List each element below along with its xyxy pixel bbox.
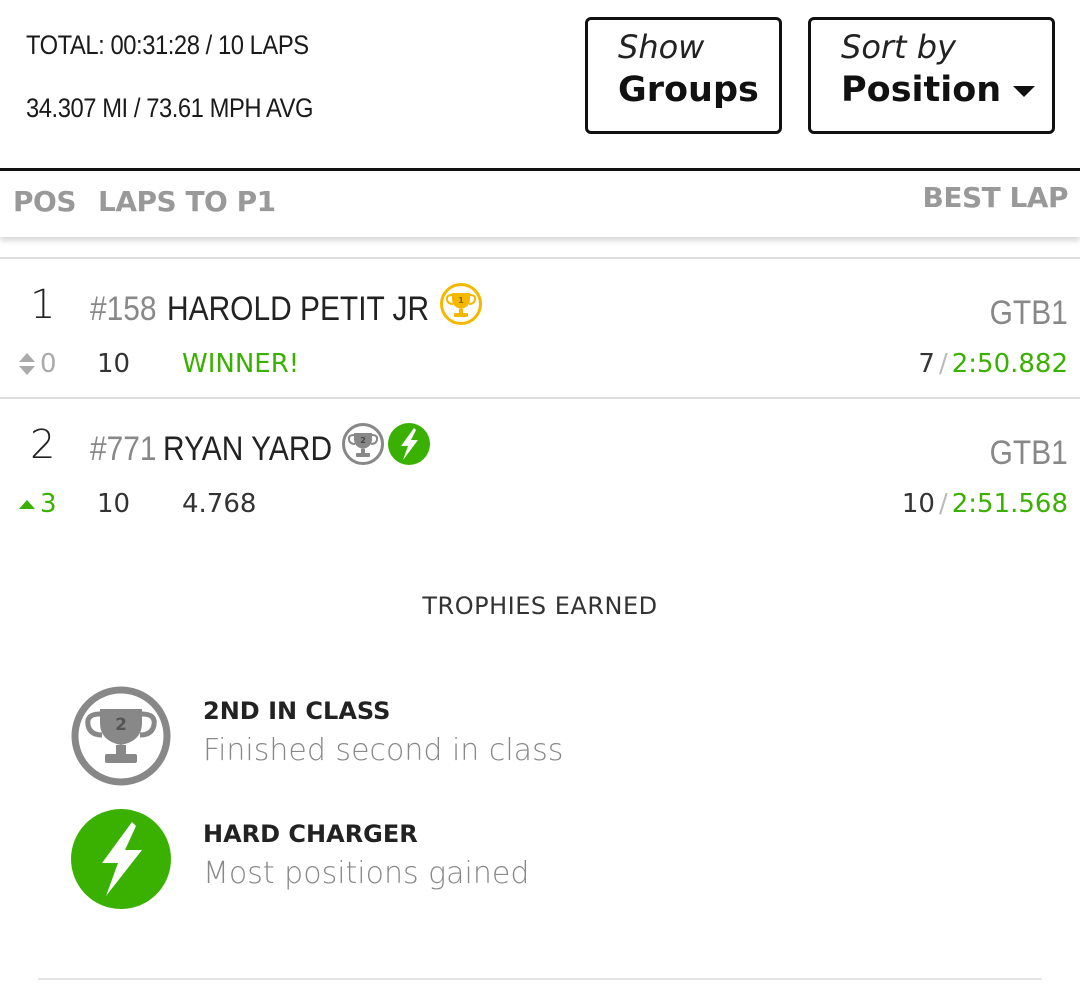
sort-by-label: Position: [841, 70, 1002, 110]
best-lap-time: 2:51.568: [951, 489, 1068, 519]
column-best-lap[interactable]: BEST LAP: [922, 181, 1068, 214]
car-class: GTB1: [989, 434, 1068, 472]
footer-divider: [38, 978, 1042, 980]
car-number: #771: [90, 430, 157, 468]
svg-text:1: 1: [458, 296, 464, 305]
car-class: GTB1: [989, 294, 1068, 332]
race-summary: TOTAL: 00:31:28 / 10 LAPS 34.307 MI / 73…: [26, 30, 352, 124]
laps-completed: 10: [97, 489, 131, 519]
trophy-2nd-icon: 2: [342, 423, 384, 465]
show-groups-label: Groups: [618, 70, 759, 110]
laps-completed: 10: [97, 349, 131, 379]
total-time-laps: TOTAL: 00:31:28 / 10 LAPS: [26, 30, 309, 60]
position: 1: [30, 282, 56, 328]
best-lap: 7/2:50.882: [918, 349, 1068, 379]
column-pos[interactable]: POS: [13, 185, 77, 218]
svg-text:2: 2: [115, 715, 127, 735]
trophy-name: HARD CHARGER: [203, 820, 418, 848]
svg-text:2: 2: [360, 436, 366, 445]
show-groups-caption: Show: [618, 28, 705, 66]
sort-by-value: Position: [841, 70, 1052, 110]
position-change-value: 0: [40, 349, 57, 379]
trophy-item: HARD CHARGER Most positions gained: [70, 808, 1030, 910]
trophy-description: Finished second in class: [203, 733, 564, 768]
hard-charger-icon: [71, 809, 171, 909]
results-table-header: POS LAPS TO P1 BEST LAP: [0, 171, 1080, 237]
best-lap: 10/2:51.568: [902, 489, 1068, 519]
sort-by-caption: Sort by: [841, 28, 957, 66]
caret-down-icon: [1013, 85, 1036, 97]
driver-name: HAROLD PETIT JR: [167, 290, 430, 328]
car-number: #158: [90, 290, 157, 328]
result-row-2[interactable]: 2 #771 RYAN YARD 2 GTB1 3 10 4.768 10/2:…: [0, 402, 1080, 540]
trophy-2nd-icon: 2: [71, 686, 171, 786]
column-laps-to-p1[interactable]: LAPS TO P1: [98, 185, 276, 218]
best-lap-number: 10: [901, 489, 935, 519]
distance-speed: 34.307 MI / 73.61 MPH AVG: [26, 93, 314, 123]
trophy-description: Most positions gained: [203, 856, 530, 891]
sort-by-dropdown[interactable]: Sort by Position: [808, 17, 1055, 134]
trophy-item: 2 2ND IN CLASS Finished second in class: [70, 685, 1030, 787]
trophy-name: 2ND IN CLASS: [203, 697, 391, 725]
hard-charger-icon: [388, 423, 430, 465]
best-lap-number: 7: [918, 349, 935, 379]
position-change-value: 3: [40, 489, 57, 519]
gap-to-leader: 4.768: [182, 489, 257, 519]
row-divider: [0, 397, 1080, 399]
row-divider: [0, 257, 1080, 259]
arrow-up-icon: [19, 500, 35, 509]
result-row-1[interactable]: 1 #158 HAROLD PETIT JR 1 GTB1 0 10 WINNE…: [0, 262, 1080, 400]
position-change: 3: [18, 489, 57, 519]
trophy-1st-icon: 1: [440, 283, 482, 325]
show-groups-button[interactable]: Show Groups: [585, 17, 782, 134]
best-lap-separator: /: [938, 489, 948, 519]
unchanged-icon: [19, 353, 35, 375]
gap-to-leader: WINNER!: [182, 349, 300, 379]
trophies-earned-title: TROPHIES EARNED: [422, 592, 658, 620]
position: 2: [30, 422, 56, 468]
position-change: 0: [18, 349, 57, 379]
driver-name: RYAN YARD: [163, 430, 333, 468]
best-lap-time: 2:50.882: [951, 349, 1068, 379]
best-lap-separator: /: [938, 349, 948, 379]
